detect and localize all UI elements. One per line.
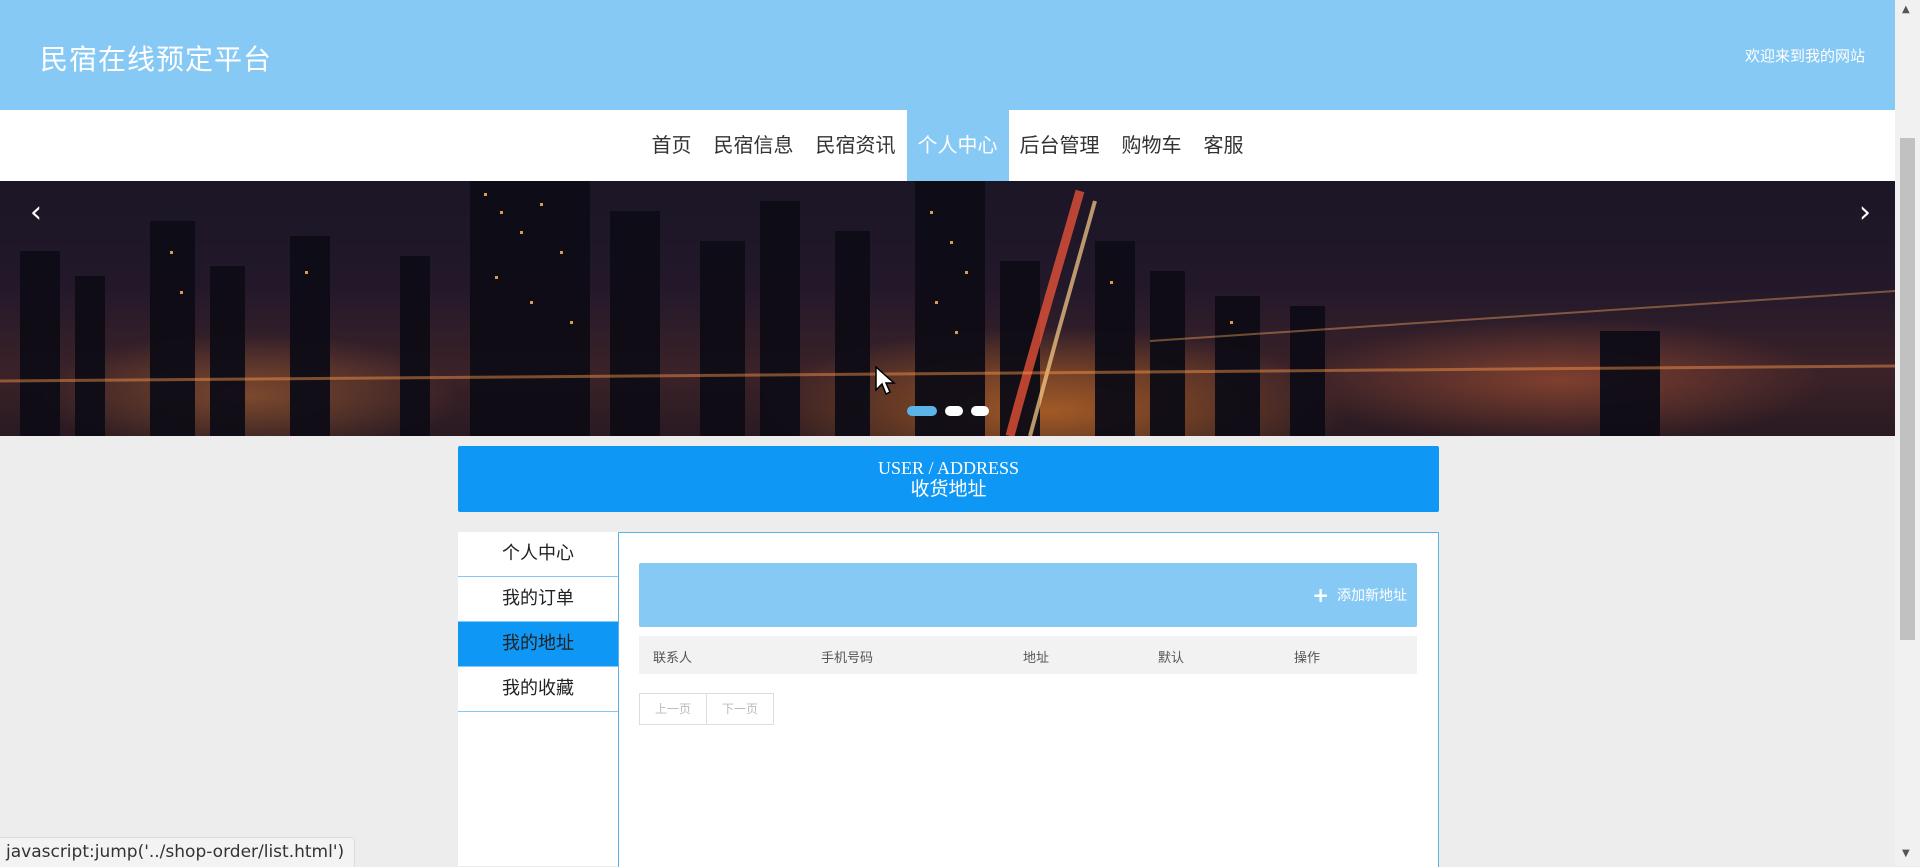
nav-item-homestay-news[interactable]: 民宿资讯 — [805, 110, 907, 181]
add-address-button[interactable]: + 添加新地址 — [1312, 585, 1407, 605]
side-item-my-favorites[interactable]: 我的收藏 — [458, 667, 618, 712]
add-address-label: 添加新地址 — [1337, 588, 1407, 604]
next-page-button[interactable]: 下一页 — [707, 693, 774, 725]
side-item-personal-center[interactable]: 个人中心 — [458, 532, 618, 577]
carousel-prev-icon[interactable]: ‹ — [30, 195, 42, 230]
welcome-text: 欢迎来到我的网站 — [1744, 47, 1865, 65]
mouse-cursor-icon — [875, 366, 896, 396]
address-panel: + 添加新地址 联系人 手机号码 地址 默认 操作 上一页 下一页 — [618, 532, 1439, 867]
carousel-indicators — [907, 406, 989, 416]
carousel-dot[interactable] — [971, 406, 989, 416]
site-header: 民宿在线预定平台 欢迎来到我的网站 — [0, 0, 1895, 110]
plus-icon: + — [1312, 583, 1329, 607]
nav-item-personal-center[interactable]: 个人中心 — [906, 110, 1009, 181]
scroll-up-icon[interactable]: ▲ — [1902, 4, 1910, 15]
carousel-dot[interactable] — [945, 406, 963, 416]
section-title-cn: 收货地址 — [910, 479, 987, 500]
page: 民宿在线预定平台 欢迎来到我的网站 首页 民宿信息 民宿资讯 个人中心 后台管理… — [0, 0, 1895, 867]
scrollbar-thumb[interactable] — [1900, 138, 1915, 640]
nav-item-customer-service[interactable]: 客服 — [1193, 110, 1255, 181]
pagination: 上一页 下一页 — [639, 693, 774, 725]
nav-item-cart[interactable]: 购物车 — [1111, 110, 1193, 181]
banner-carousel[interactable]: ‹ › — [0, 181, 1895, 436]
carousel-next-icon[interactable]: › — [1859, 195, 1871, 230]
address-toolbar: + 添加新地址 — [639, 563, 1417, 627]
site-title[interactable]: 民宿在线预定平台 — [40, 38, 272, 78]
column-header-phone: 手机号码 — [821, 651, 874, 666]
address-table-header: 联系人 手机号码 地址 默认 操作 — [639, 636, 1417, 674]
section-title-bar: USER / ADDRESS 收货地址 — [458, 446, 1439, 512]
column-header-contact: 联系人 — [653, 651, 693, 666]
browser-status-bar: javascript:jump('../shop-order/list.html… — [0, 837, 356, 867]
nav-item-home[interactable]: 首页 — [641, 110, 703, 181]
column-header-actions: 操作 — [1294, 651, 1321, 666]
carousel-dot[interactable] — [907, 406, 937, 416]
scroll-down-icon[interactable]: ▼ — [1902, 848, 1910, 859]
city-night-image — [0, 181, 1895, 436]
nav-item-admin[interactable]: 后台管理 — [1009, 110, 1111, 181]
section-title-en: USER / ADDRESS — [877, 458, 1020, 478]
main-nav: 首页 民宿信息 民宿资讯 个人中心 后台管理 购物车 客服 — [0, 110, 1895, 181]
side-item-my-orders[interactable]: 我的订单 — [458, 577, 618, 622]
nav-item-homestay-info[interactable]: 民宿信息 — [703, 110, 805, 181]
column-header-address: 地址 — [1023, 651, 1050, 666]
vertical-scrollbar[interactable]: ▲ ▼ — [1895, 0, 1920, 866]
column-header-default: 默认 — [1158, 651, 1185, 666]
side-menu: 个人中心 我的订单 我的地址 我的收藏 — [458, 532, 618, 866]
side-item-my-address[interactable]: 我的地址 — [458, 622, 618, 667]
prev-page-button[interactable]: 上一页 — [639, 693, 707, 725]
